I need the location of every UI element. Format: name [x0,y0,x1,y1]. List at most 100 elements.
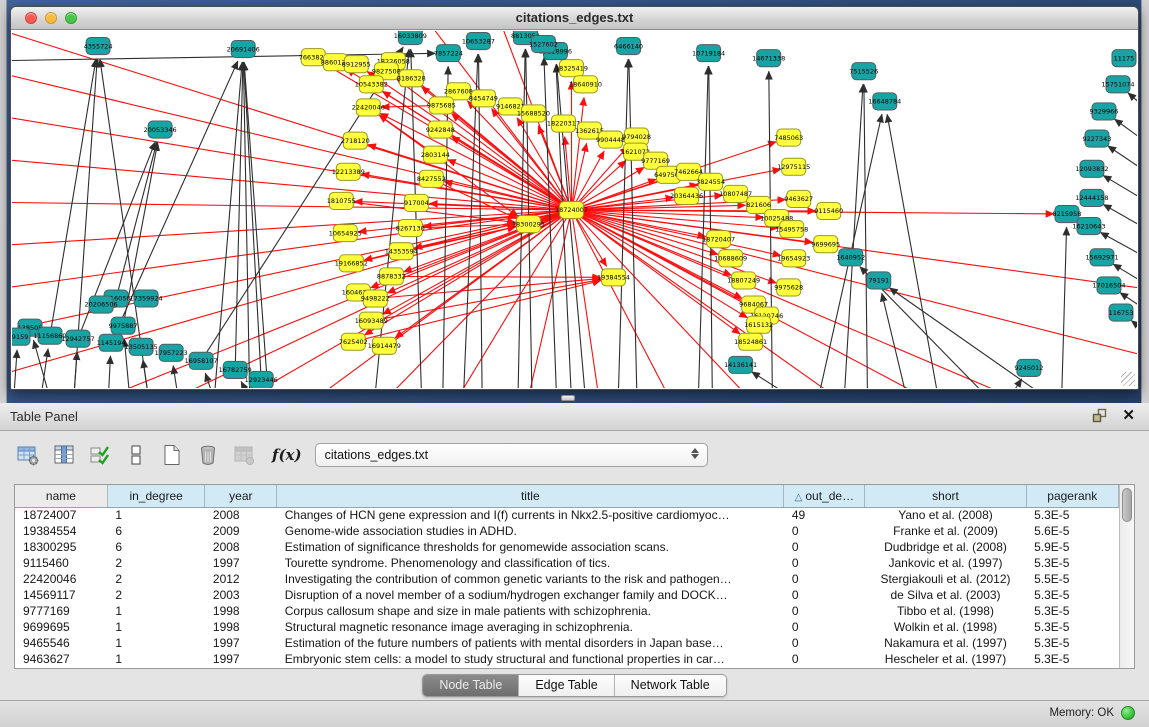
network-node[interactable]: 1615132 [744,316,773,333]
cell-year[interactable]: 2008 [205,507,277,523]
cell-year[interactable]: 2003 [205,587,277,603]
network-edge[interactable] [116,142,157,298]
cell-name[interactable]: 9699695 [15,619,107,635]
network-node[interactable]: 17957223 [155,344,188,361]
network-edge[interactable] [50,59,96,336]
float-panel-icon[interactable] [1091,407,1108,424]
network-node[interactable]: 1527602 [529,36,558,53]
column-header-short[interactable]: short [865,485,1026,507]
cell-short[interactable]: Dudbridge et al. (2008) [865,539,1026,555]
network-node[interactable]: 10653287 [462,33,495,50]
table-row[interactable]: 969969511998Structural magnetic resonanc… [15,619,1119,635]
network-edge[interactable] [414,210,572,248]
network-edge[interactable] [12,210,571,338]
network-node[interactable]: 15495758 [775,221,808,238]
cell-short[interactable]: de Silva et al. (2003) [865,587,1026,603]
network-node[interactable]: 16914479 [368,337,401,354]
network-edge[interactable] [12,210,571,247]
network-window-titlebar[interactable]: citations_edges.txt [11,7,1138,30]
network-node[interactable]: 16210643 [1072,218,1105,235]
network-node[interactable]: 20206506 [85,296,118,313]
cell-short[interactable]: Stergiakouli et al. (2012) [865,571,1026,587]
network-edge[interactable] [411,49,423,388]
cell-out_degree[interactable]: 0 [784,555,865,571]
network-edge[interactable] [882,293,913,388]
network-node[interactable]: 18640910 [569,76,602,93]
cell-in_degree[interactable]: 2 [107,571,205,587]
cell-year[interactable]: 1998 [205,619,277,635]
cell-year[interactable]: 2012 [205,571,277,587]
cell-pagerank[interactable]: 5.5E-5 [1026,571,1118,587]
network-node[interactable]: 9463627 [784,190,813,207]
cell-name[interactable]: 9115460 [15,555,107,571]
network-edge[interactable] [1061,227,1067,388]
network-node[interactable]: 39159 [12,328,30,345]
network-node[interactable]: 9875685 [427,97,456,114]
select-rows-button[interactable] [86,442,113,469]
window-resize-grip[interactable] [1121,372,1135,386]
network-edge[interactable] [571,97,584,210]
network-node[interactable]: 19384554 [597,269,630,286]
network-node[interactable]: 8912955 [342,56,371,73]
network-edge[interactable] [235,62,243,370]
network-edge[interactable] [1115,119,1137,162]
cell-title[interactable]: Estimation of significance thresholds fo… [277,539,784,555]
network-node[interactable]: 12444158 [1075,189,1108,206]
network-node[interactable]: 7625402 [339,333,368,350]
cell-in_degree[interactable]: 1 [107,603,205,619]
network-node[interactable]: 9975887 [109,317,138,334]
cell-title[interactable]: Tourette syndrome. Phenomenology and cla… [277,555,784,571]
network-edge[interactable] [1131,321,1137,353]
network-edge[interactable] [143,360,152,388]
cell-pagerank[interactable]: 5.3E-5 [1026,507,1118,523]
cell-title[interactable]: Changes of HCN gene expression and I(f) … [277,507,784,523]
network-node[interactable]: 9227343 [1082,130,1111,147]
cell-short[interactable]: Yano et al. (2008) [865,507,1026,523]
network-edge[interactable] [864,84,868,388]
tab-edge-table[interactable]: Edge Table [519,675,614,696]
network-node[interactable]: 10719184 [692,45,725,62]
network-node[interactable]: 79191 [867,272,891,289]
cell-pagerank[interactable]: 5.3E-5 [1026,603,1118,619]
network-node[interactable]: 1640952 [836,249,865,266]
table-row[interactable]: 946362711997Embryonic stem cells: a mode… [15,651,1119,667]
cell-short[interactable]: Nakamura et al. (1997) [865,635,1026,651]
cell-name[interactable]: 9463627 [15,651,107,667]
network-node[interactable]: 116753 [1109,304,1134,321]
cell-title[interactable]: Disruption of a novel member of a sodium… [277,587,784,603]
network-edge[interactable] [769,71,773,388]
network-node[interactable]: 18720407 [702,231,735,248]
tab-network-table[interactable]: Network Table [615,675,726,696]
network-edge[interactable] [12,53,435,61]
network-edge[interactable] [887,114,943,388]
network-node[interactable]: 18524861 [734,333,767,350]
row-height-button[interactable] [122,442,149,469]
network-edge[interactable] [709,66,713,388]
column-header-year[interactable]: year [205,485,277,507]
network-node[interactable]: 12942757 [62,330,95,347]
cell-pagerank[interactable]: 5.3E-5 [1026,587,1118,603]
network-node[interactable]: 16648784 [868,93,901,110]
cell-in_degree[interactable]: 1 [107,619,205,635]
network-edge[interactable] [12,66,571,210]
table-selector-dropdown[interactable]: citations_edges.txt [315,443,708,467]
network-node[interactable]: 8267130 [396,220,425,237]
cell-out_degree[interactable]: 49 [784,507,865,523]
network-node[interactable]: 8454749 [469,90,498,107]
cell-in_degree[interactable]: 1 [107,635,205,651]
network-node[interactable]: 17359924 [130,290,163,307]
network-node[interactable]: 7485063 [774,129,803,146]
network-edge[interactable] [212,62,242,388]
cell-year[interactable]: 1998 [205,603,277,619]
cell-name[interactable]: 18724007 [15,507,107,523]
column-header-in_degree[interactable]: in_degree [107,485,205,507]
cell-title[interactable]: Genome-wide association studies in ADHD. [277,523,784,539]
network-node[interactable]: 16033809 [394,31,427,45]
cell-name[interactable]: 14569117 [15,587,107,603]
network-node[interactable]: 16958107 [185,352,218,369]
delete-columns-button[interactable] [194,442,221,469]
cell-short[interactable]: Hescheler et al. (1997) [865,651,1026,667]
network-edge[interactable] [205,373,222,388]
network-node[interactable]: 9115460 [814,202,843,219]
cell-title[interactable]: Structural magnetic resonance image aver… [277,619,784,635]
